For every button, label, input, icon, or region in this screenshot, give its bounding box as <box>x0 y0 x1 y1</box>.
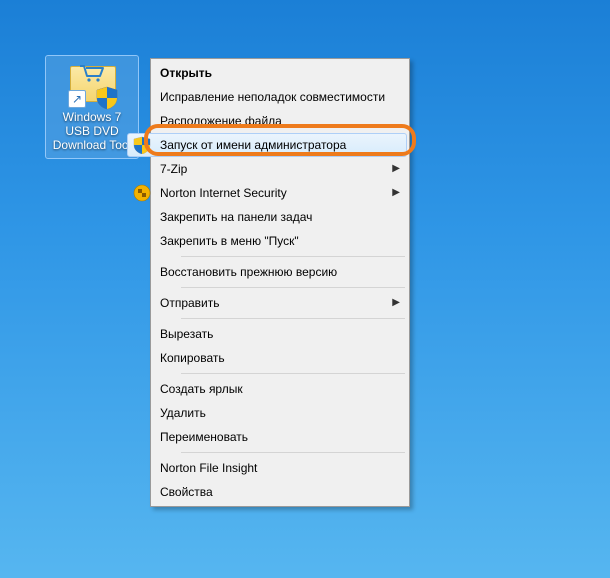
menu-copy-label: Копировать <box>160 351 225 365</box>
desktop-shortcut[interactable]: Windows 7 USB DVD Download Tool <box>46 56 138 158</box>
menu-norton-is[interactable]: Norton Internet Security ▶ <box>127 181 407 205</box>
menu-restore-previous[interactable]: Восстановить прежнюю версию <box>127 260 407 284</box>
desktop[interactable]: Windows 7 USB DVD Download Tool Открыть … <box>0 0 610 578</box>
norton-icon <box>133 184 151 202</box>
menu-troubleshoot-compat[interactable]: Исправление неполадок совместимости <box>127 85 407 109</box>
submenu-arrow-icon: ▶ <box>392 182 400 204</box>
menu-open-label: Открыть <box>160 66 212 80</box>
menu-delete[interactable]: Удалить <box>127 401 407 425</box>
menu-separator <box>155 287 405 288</box>
shortcut-icon <box>68 60 116 108</box>
menu-open[interactable]: Открыть <box>127 61 407 85</box>
context-menu: Открыть Исправление неполадок совместимо… <box>150 58 410 507</box>
menu-create-shortcut[interactable]: Создать ярлык <box>127 377 407 401</box>
submenu-arrow-icon: ▶ <box>392 158 400 180</box>
menu-norton-insight-label: Norton File Insight <box>160 461 257 475</box>
menu-7zip-label: 7-Zip <box>160 162 187 176</box>
menu-create-shortcut-label: Создать ярлык <box>160 382 243 396</box>
menu-file-location[interactable]: Расположение файла <box>127 109 407 133</box>
menu-separator <box>155 452 405 453</box>
uac-shield-icon <box>96 86 118 110</box>
menu-cut[interactable]: Вырезать <box>127 322 407 346</box>
menu-file-location-label: Расположение файла <box>160 114 282 128</box>
menu-separator <box>155 256 405 257</box>
menu-properties[interactable]: Свойства <box>127 480 407 504</box>
menu-run-as-admin[interactable]: Запуск от имени администратора <box>127 133 407 157</box>
menu-pin-taskbar-label: Закрепить на панели задач <box>160 210 312 224</box>
uac-shield-icon <box>133 136 151 154</box>
submenu-arrow-icon: ▶ <box>392 292 400 314</box>
menu-pin-start[interactable]: Закрепить в меню "Пуск" <box>127 229 407 253</box>
menu-troubleshoot-label: Исправление неполадок совместимости <box>160 90 385 104</box>
menu-separator <box>155 318 405 319</box>
menu-7zip[interactable]: 7-Zip ▶ <box>127 157 407 181</box>
menu-copy[interactable]: Копировать <box>127 346 407 370</box>
menu-delete-label: Удалить <box>160 406 206 420</box>
menu-cut-label: Вырезать <box>160 327 213 341</box>
menu-separator <box>155 373 405 374</box>
menu-run-as-admin-label: Запуск от имени администратора <box>160 138 346 152</box>
menu-send-to-label: Отправить <box>160 296 220 310</box>
menu-pin-taskbar[interactable]: Закрепить на панели задач <box>127 205 407 229</box>
shortcut-arrow-icon <box>68 90 86 108</box>
menu-restore-previous-label: Восстановить прежнюю версию <box>160 265 337 279</box>
menu-pin-start-label: Закрепить в меню "Пуск" <box>160 234 299 248</box>
menu-rename-label: Переименовать <box>160 430 248 444</box>
menu-norton-is-label: Norton Internet Security <box>160 186 287 200</box>
shortcut-label: Windows 7 USB DVD Download Tool <box>48 110 136 152</box>
menu-norton-insight[interactable]: Norton File Insight <box>127 456 407 480</box>
menu-rename[interactable]: Переименовать <box>127 425 407 449</box>
menu-send-to[interactable]: Отправить ▶ <box>127 291 407 315</box>
menu-properties-label: Свойства <box>160 485 213 499</box>
